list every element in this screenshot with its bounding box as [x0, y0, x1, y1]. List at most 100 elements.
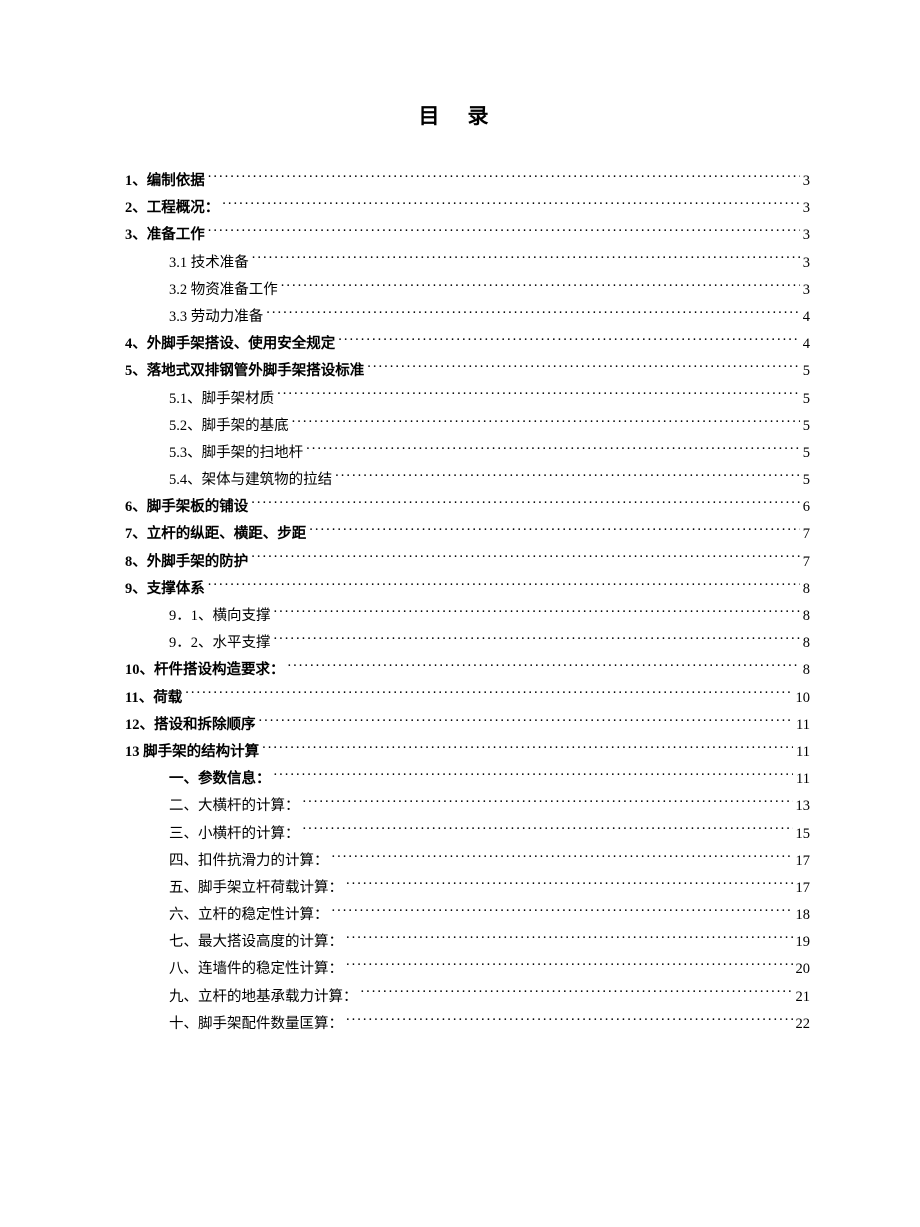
toc-entry-page: 3 — [803, 224, 810, 247]
toc-entry-page: 10 — [796, 687, 811, 710]
toc-leader-dots — [274, 769, 794, 784]
toc-entry-label: 4、外脚手架搭设、使用安全规定 — [125, 333, 335, 356]
toc-entry-page: 4 — [803, 333, 810, 356]
toc-entry: 八、连墙件的稳定性计算：20 — [169, 958, 810, 981]
toc-entry: 11、荷载10 — [125, 687, 810, 710]
toc-entry: 四、扣件抗滑力的计算：17 — [169, 850, 810, 873]
toc-entry: 7、立杆的纵距、横距、步距 7 — [125, 523, 810, 546]
toc-entry-label: 5、落地式双排钢管外脚手架搭设标准 — [125, 360, 364, 383]
toc-entry: 七、最大搭设高度的计算： 19 — [169, 931, 810, 954]
toc-entry-page: 4 — [803, 306, 810, 329]
toc-entry: 三、小横杆的计算：15 — [169, 823, 810, 846]
toc-entry-page: 6 — [803, 496, 810, 519]
toc-entry-label: 2、工程概况： — [125, 197, 219, 220]
toc-leader-dots — [346, 932, 793, 947]
toc-entry-label: 10、杆件搭设构造要求： — [125, 659, 285, 682]
toc-leader-dots — [277, 388, 800, 403]
toc-entry-label: 1、编制依据 — [125, 170, 205, 193]
toc-entry-page: 5 — [803, 388, 810, 411]
toc-entry-label: 3.3 劳动力准备 — [169, 306, 263, 329]
toc-entry: 4、外脚手架搭设、使用安全规定 4 — [125, 333, 810, 356]
toc-entry: 十、脚手架配件数量匡算：22 — [169, 1013, 810, 1036]
toc-entry: 九、立杆的地基承载力计算： 21 — [169, 986, 810, 1009]
toc-entry-page: 3 — [803, 170, 810, 193]
toc-entry-label: 5.2、脚手架的基底 — [169, 415, 289, 438]
toc-entry: 5、落地式双排钢管外脚手架搭设标准 5 — [125, 360, 810, 383]
toc-entry: 9．2、水平支撑8 — [169, 632, 810, 655]
toc-leader-dots — [338, 334, 800, 349]
toc-entry: 5.3、脚手架的扫地杆 5 — [169, 442, 810, 465]
toc-entry-page: 8 — [803, 632, 810, 655]
toc-entry: 3.1 技术准备 3 — [169, 252, 810, 275]
toc-leader-dots — [266, 306, 800, 321]
toc-entry: 二、大横杆的计算： 13 — [169, 795, 810, 818]
toc-entry-page: 21 — [796, 986, 811, 1009]
toc-entry-label: 九、立杆的地基承载力计算： — [169, 986, 358, 1009]
toc-leader-dots — [292, 415, 800, 430]
toc-entry-page: 7 — [803, 523, 810, 546]
toc-entry-page: 8 — [803, 659, 810, 682]
toc-leader-dots — [208, 225, 800, 240]
toc-entry-label: 7、立杆的纵距、横距、步距 — [125, 523, 306, 546]
toc-entry: 2、工程概况：3 — [125, 197, 810, 220]
toc-entry-page: 11 — [796, 714, 810, 737]
toc-leader-dots — [332, 850, 793, 865]
page-title: 目录 — [125, 100, 810, 130]
toc-entry-label: 9．1、横向支撑 — [169, 605, 271, 628]
toc-entry: 3.3 劳动力准备 4 — [169, 306, 810, 329]
toc-entry-page: 8 — [803, 605, 810, 628]
toc-entry: 13 脚手架的结构计算11 — [125, 741, 810, 764]
toc-entry-label: 六、立杆的稳定性计算： — [169, 904, 329, 927]
toc-entry: 5.1、脚手架材质5 — [169, 388, 810, 411]
toc-entry-label: 5.3、脚手架的扫地杆 — [169, 442, 303, 465]
toc-leader-dots — [274, 633, 800, 648]
toc-leader-dots — [346, 959, 793, 974]
toc-entry-label: 七、最大搭设高度的计算： — [169, 931, 343, 954]
toc-entry: 8、外脚手架的防护7 — [125, 551, 810, 574]
toc-entry-page: 8 — [803, 578, 810, 601]
toc-entry-label: 3.2 物资准备工作 — [169, 279, 278, 302]
toc-entry: 3.2 物资准备工作 3 — [169, 279, 810, 302]
toc-entry-page: 5 — [803, 442, 810, 465]
toc-entry-page: 19 — [796, 931, 811, 954]
toc-leader-dots — [274, 606, 800, 621]
toc-entry-label: 13 脚手架的结构计算 — [125, 741, 259, 764]
toc-entry: 五、脚手架立杆荷载计算：17 — [169, 877, 810, 900]
toc-entry-page: 5 — [803, 415, 810, 438]
toc-entry-label: 5.4、架体与建筑物的拉结 — [169, 469, 332, 492]
toc-leader-dots — [208, 578, 800, 593]
toc-entry-page: 5 — [803, 360, 810, 383]
toc-leader-dots — [346, 877, 793, 892]
toc-leader-dots — [288, 660, 800, 675]
toc-leader-dots — [332, 905, 793, 920]
toc-leader-dots — [367, 361, 800, 376]
toc-entry-label: 12、搭设和拆除顺序 — [125, 714, 256, 737]
toc-entry-page: 13 — [796, 795, 811, 818]
toc-entry: 1、编制依据 3 — [125, 170, 810, 193]
toc-entry-page: 3 — [803, 279, 810, 302]
toc-leader-dots — [259, 714, 794, 729]
toc-entry-page: 18 — [796, 904, 811, 927]
toc-entry-page: 3 — [803, 252, 810, 275]
toc-leader-dots — [222, 198, 800, 213]
toc-entry-label: 四、扣件抗滑力的计算： — [169, 850, 329, 873]
toc-entry: 5.4、架体与建筑物的拉结 5 — [169, 469, 810, 492]
toc-entry: 9．1、横向支撑 8 — [169, 605, 810, 628]
toc-entry-label: 6、脚手架板的铺设 — [125, 496, 248, 519]
toc-leader-dots — [335, 470, 800, 485]
toc-entry-page: 22 — [796, 1013, 811, 1036]
toc-entry-label: 二、大横杆的计算： — [169, 795, 300, 818]
toc-entry-page: 15 — [796, 823, 811, 846]
toc-entry-label: 3.1 技术准备 — [169, 252, 249, 275]
toc-leader-dots — [306, 442, 800, 457]
toc-leader-dots — [303, 823, 793, 838]
toc-leader-dots — [262, 741, 793, 756]
toc-leader-dots — [251, 551, 800, 566]
toc-leader-dots — [361, 986, 793, 1001]
toc-entry-page: 11 — [796, 768, 810, 791]
toc-entry-page: 20 — [796, 958, 811, 981]
toc-entry: 6、脚手架板的铺设 6 — [125, 496, 810, 519]
toc-leader-dots — [346, 1013, 793, 1028]
toc-entry: 一、参数信息：11 — [169, 768, 810, 791]
toc-entry-page: 5 — [803, 469, 810, 492]
